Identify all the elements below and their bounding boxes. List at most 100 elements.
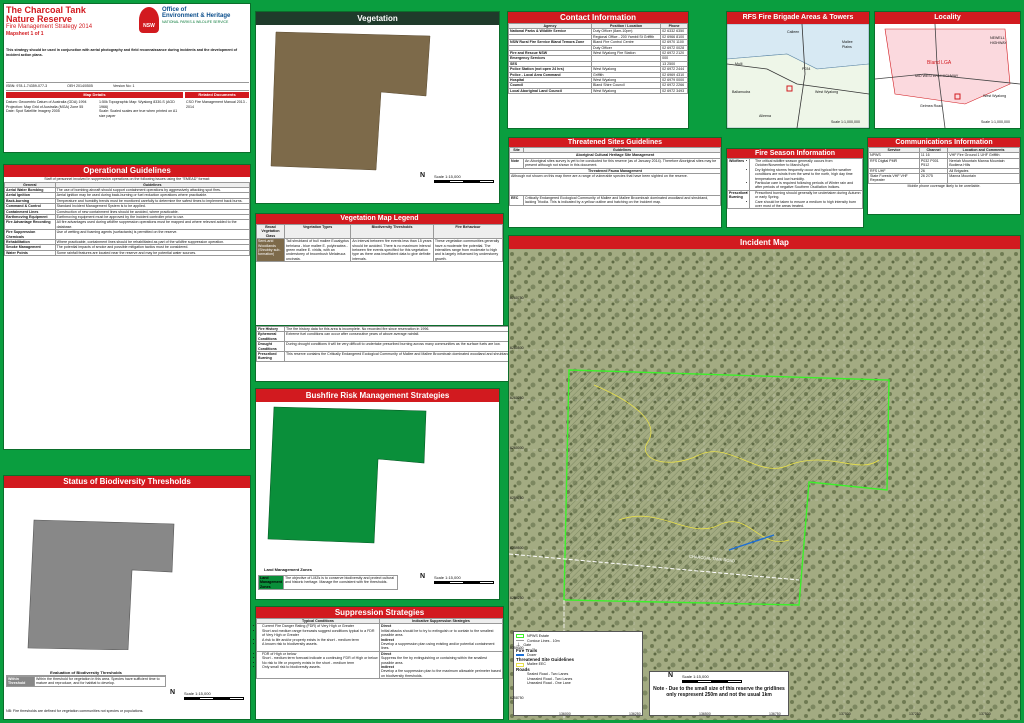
fire-season-panel: Fire Season Information Wildfires The cr… xyxy=(726,148,864,228)
prescribed-item: Care should be taken to ensure a medium … xyxy=(755,200,861,209)
supp-condition: Short - medium term forecast indicate a … xyxy=(262,656,378,660)
supp-right-2: Suppress the fire by extinguishing or co… xyxy=(381,656,487,665)
contact-cell: Regional Office - 200 Yambil St Griffith xyxy=(591,33,662,41)
comm-cell: 26 2/75 xyxy=(918,173,949,184)
scale-note: Scale: Scaled scales are true when print… xyxy=(99,109,178,118)
biodiversity-header: Status of Biodiversity Thresholds xyxy=(4,476,250,488)
map-details-header: Map Details xyxy=(6,92,183,98)
suppression-panel: Suppression Strategies Typical Condition… xyxy=(255,606,504,720)
contact-cell: 02 6972 3493 xyxy=(660,87,688,95)
supp-right-3: Develop a fire suppression plan to the m… xyxy=(381,669,501,678)
y-tick-label: 6259250 xyxy=(510,596,524,600)
eec-text: Critically Endangered Ecological Communi… xyxy=(523,195,721,206)
eec-label: EEC xyxy=(509,195,524,206)
note-text: An Aboriginal sites survey is yet to be … xyxy=(523,157,721,169)
isbn-row: ISBN: 978-1-74359-077-3 OEH 2014/0505 Ve… xyxy=(6,82,249,91)
veg-legend-header: Vegetation Map Legend xyxy=(256,214,503,224)
contact-table: Agency Position / Location Phone National … xyxy=(507,22,688,95)
contact-cell: 02 6972 2120 xyxy=(660,49,688,57)
contact-cell: 02 6972 2266 xyxy=(660,82,688,89)
veg-legend-col-1: Vegetation Types xyxy=(283,223,352,240)
title-red-box: The Charcoal Tank Nature Reserve Fire Ma… xyxy=(6,6,126,46)
op-cell: Earthmoving Equipment xyxy=(4,213,56,221)
x-axis-ticks: 136000 136250 136500 136750 137000 137250 1375… xyxy=(509,712,1020,718)
incident-header: Incident Map xyxy=(509,236,1020,249)
threatened-header: Threatened Sites Guidelines xyxy=(509,138,721,147)
rfs-map-panel: RFS Fire Brigade Areas & Towers Calleen … xyxy=(726,11,870,129)
vegetation-polygon xyxy=(270,31,431,171)
operational-table: General Guidelines Aerial Water Bombing Th… xyxy=(4,181,251,257)
operational-panel: Operational Guidelines Staff of personne… xyxy=(3,164,251,450)
rfs-label-mallee: Mallee Plains xyxy=(842,40,853,49)
locality-label-gelmea: Gelmea Road xyxy=(920,104,943,108)
veg-types: Tall shrubland of bull mallee Eucalyptus… xyxy=(283,238,352,263)
bushfire-header: Bushfire Risk Management Strategies xyxy=(256,389,499,402)
direct-label-2: Direct xyxy=(381,651,392,656)
nsw-waratah-icon: NSW xyxy=(139,7,159,33)
op-cell: Use of wetting and foaming agents (surfa… xyxy=(54,229,251,241)
biodiversity-scale: N Scale 1:15,000 xyxy=(170,689,244,700)
rfs-scale: Scale 1:1,000,000 xyxy=(831,120,860,124)
threshold-polygon xyxy=(27,519,175,650)
y-tick-label: 6259500 xyxy=(510,546,524,550)
veg-legend-table: Broad Vegetation Class Vegetation Types Bi… xyxy=(256,223,504,263)
contact-cell: 02 6972 2444 xyxy=(660,66,688,73)
op-cell: The use of bombing aircraft should suppo… xyxy=(54,186,251,194)
fire-season-header: Fire Season Information xyxy=(727,149,863,158)
biodiversity-panel: Status of Biodiversity Thresholds Evalua… xyxy=(3,475,251,720)
imagery-date: Date: Spot Satellite Imagery 2005 xyxy=(6,109,60,114)
rfs-label-p034: P034 xyxy=(802,67,811,71)
veg-behaviour: These vegetation communities generally h… xyxy=(432,238,504,263)
contact-cell: 02 6966 8100 xyxy=(660,33,688,41)
within-label: Within Threshold xyxy=(6,676,35,687)
prescribed-burn-label: Prescribed Burning xyxy=(256,351,285,362)
x-tick-label: 137500 xyxy=(979,712,991,716)
version: Version No: 1 xyxy=(112,84,135,88)
biodiversity-map xyxy=(27,519,175,650)
north-arrow-icon: N xyxy=(420,172,426,179)
x-tick-label: 136250 xyxy=(629,712,641,716)
veg-class: Semi-arid Woodlands (Shrubby sub-formati… xyxy=(256,238,285,263)
vegetation-header: Vegetation xyxy=(256,12,499,25)
indirect-label-2: Indirect xyxy=(381,665,394,670)
op-row: Fire Suppression Chemicals Use of wetting… xyxy=(4,229,251,241)
x-tick-label: 136750 xyxy=(769,712,781,716)
locality-header: Locality xyxy=(875,12,1020,24)
supp-condition: Only small risk to biodiversity assets. xyxy=(262,665,378,669)
op-cell: Fire Advantage Recording xyxy=(4,219,56,231)
lmz-polygon xyxy=(267,406,427,544)
lmz-text: The objective of LMZs is to conserve bio… xyxy=(282,574,399,591)
threatened-panel: Threatened Sites Guidelines Site Guidelin… xyxy=(508,137,722,228)
comm-row: RFS Digital PMR P032 P001 P512 Nerriah Mou… xyxy=(868,157,1020,169)
op-cell: Some rainfall features are located near … xyxy=(54,249,251,257)
locality-label-westwyalong: West Wyalong xyxy=(983,94,1007,98)
rfs-label-mulli: Mulli xyxy=(735,62,743,66)
x-tick-label: 136000 xyxy=(559,712,571,716)
veg-legend-col-3: Fire Behaviour xyxy=(432,223,504,240)
comm-cell: Manna Mountain xyxy=(947,173,1020,184)
isbn: ISBN: 978-1-74359-077-3 xyxy=(6,84,48,88)
oeh-number: OEH 2014/0505 xyxy=(67,84,93,88)
title-line3: Fire Management Strategy 2014 xyxy=(6,24,93,30)
operational-header: Operational Guidelines xyxy=(4,165,250,177)
incident-scale-label: Scale 1:15,000 xyxy=(682,674,709,679)
vegetation-panel: Vegetation N Scale 1:15,000 xyxy=(255,11,500,204)
fauna-text: Although not shown on this map there are… xyxy=(509,173,721,197)
contact-header: Contact Information xyxy=(508,12,688,23)
related-docs-header: Related Documents xyxy=(185,92,249,98)
lmz-title: Land Management Zones xyxy=(264,567,313,572)
vegetation-scale-label: Scale 1:15,000 xyxy=(434,174,461,179)
incident-panel: Incident Map CHARCOAL TANK ROAD NPWS Est… xyxy=(508,235,1021,720)
locality-label-newell: NEWELL HIGHWAY xyxy=(990,36,1007,45)
north-arrow-icon: N xyxy=(170,689,176,696)
y-tick-label: 6258750 xyxy=(510,696,524,700)
bushfire-panel: Bushfire Risk Management Strategies Land… xyxy=(255,388,500,600)
bushfire-scale: N Scale 1:15,000 xyxy=(420,573,494,584)
rfs-label-calleen: Calleen xyxy=(787,30,800,34)
map-details-2: 1:50k Topographic Map: Wyalong 8330-S (A… xyxy=(99,100,181,118)
contact-cell: 02 6969 4310 xyxy=(660,71,688,79)
op-row: Aerial Water Bombing The use of bombing a… xyxy=(4,186,251,194)
incident-legend: NPWS Estate Contour Lines - 10m ⊥ Gate Fi… xyxy=(513,631,643,716)
title-line4: Mapsheet 1 of 1 xyxy=(6,31,44,37)
rfs-label-alleena: Alleena xyxy=(759,114,771,118)
